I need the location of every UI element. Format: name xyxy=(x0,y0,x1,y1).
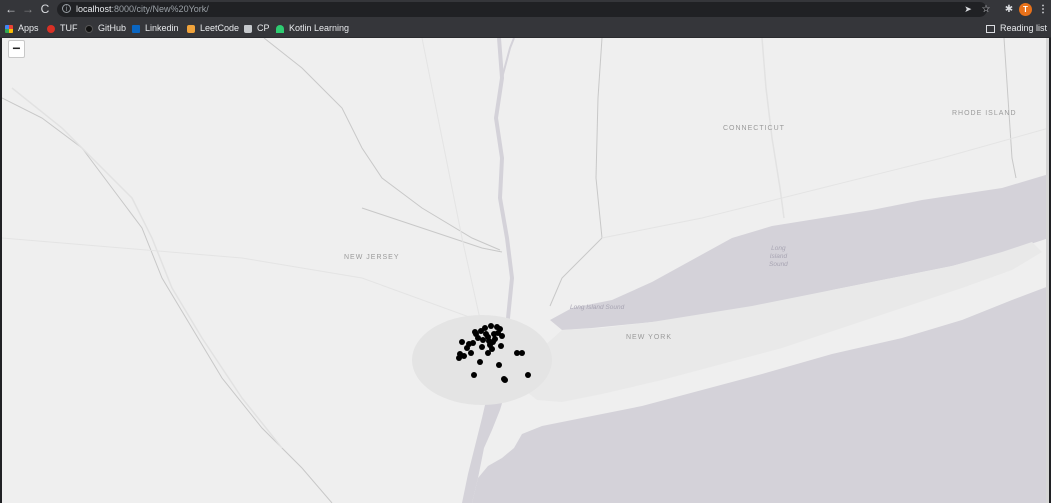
bookmark-label: CP xyxy=(257,23,270,33)
reading-list-label: Reading list xyxy=(999,23,1047,33)
border-nj-pa xyxy=(2,97,333,503)
location-marker[interactable] xyxy=(525,372,531,378)
bookmark-cp-folder[interactable]: CP xyxy=(244,19,270,38)
river-delaware xyxy=(11,87,283,449)
border-nj-ny-south xyxy=(361,207,503,253)
location-marker[interactable] xyxy=(483,331,489,337)
folder-icon xyxy=(244,24,252,33)
location-marker[interactable] xyxy=(499,333,505,339)
location-marker[interactable] xyxy=(496,362,502,368)
map-view[interactable]: − CONNECTICUT RHODE ISLAND NEW JERSEY NE… xyxy=(2,38,1049,503)
url-text[interactable]: localhost:8000/city/New%20York/ xyxy=(76,2,209,17)
reading-list-icon xyxy=(985,24,995,33)
location-marker[interactable] xyxy=(459,339,465,345)
location-marker[interactable] xyxy=(482,325,488,331)
bookmark-label: Kotlin Learning xyxy=(289,23,350,33)
leetcode-icon xyxy=(187,24,195,33)
bookmark-label: Apps xyxy=(18,23,39,33)
location-marker[interactable] xyxy=(492,336,498,342)
border-ny-ct xyxy=(549,38,603,307)
apps-grid-icon xyxy=(5,24,13,33)
location-marker[interactable] xyxy=(479,344,485,350)
location-marker[interactable] xyxy=(488,323,494,329)
arrow-right-icon: → xyxy=(22,2,34,16)
state-label-rhode-island: RHODE ISLAND xyxy=(952,110,1017,117)
tuf-icon xyxy=(47,24,55,33)
github-icon xyxy=(85,24,93,33)
arrow-left-icon: ← xyxy=(5,2,17,16)
zoom-out-button[interactable]: − xyxy=(8,40,25,58)
hudson-river xyxy=(493,38,515,349)
reading-list-button[interactable]: Reading list xyxy=(985,19,1047,38)
road-1 xyxy=(2,237,473,319)
state-label-new-york: NEW YORK xyxy=(626,334,672,341)
location-marker[interactable] xyxy=(468,350,474,356)
location-marker[interactable] xyxy=(477,359,483,365)
extensions-icon[interactable]: ✱ xyxy=(1002,0,1016,19)
location-marker[interactable] xyxy=(480,337,486,343)
profile-avatar[interactable]: T xyxy=(1019,3,1032,16)
star-icon[interactable]: ☆ xyxy=(979,0,993,19)
bookmark-apps[interactable]: Apps xyxy=(5,19,39,38)
address-bar[interactable]: i localhost:8000/city/New%20York/ xyxy=(57,2,987,17)
forward-button[interactable]: → xyxy=(20,0,36,19)
linkedin-icon xyxy=(132,24,140,33)
map-scrollbar-edge xyxy=(1046,38,1049,503)
location-marker[interactable] xyxy=(471,372,477,378)
browser-toolbar: ← → C i localhost:8000/city/New%20York/ … xyxy=(0,0,1051,19)
send-icon[interactable]: ➤ xyxy=(961,0,975,19)
bookmark-leetcode[interactable]: LeetCode xyxy=(187,19,239,38)
location-marker[interactable] xyxy=(486,338,492,344)
bookmark-github[interactable]: GitHub xyxy=(85,19,126,38)
bookmarks-bar: Apps TUF GitHub Linkedin LeetCode CP Kot… xyxy=(0,19,1051,38)
location-marker[interactable] xyxy=(498,343,504,349)
hudson-river-upper xyxy=(501,38,515,79)
location-marker[interactable] xyxy=(519,350,525,356)
url-host: localhost xyxy=(76,4,112,14)
road-2 xyxy=(421,38,483,329)
location-marker[interactable] xyxy=(489,346,495,352)
state-label-new-jersey: NEW JERSEY xyxy=(344,254,400,261)
reload-button[interactable]: C xyxy=(37,0,53,19)
location-marker[interactable] xyxy=(457,351,463,357)
location-marker[interactable] xyxy=(464,345,470,351)
back-button[interactable]: ← xyxy=(3,0,19,19)
bookmark-linkedin[interactable]: Linkedin xyxy=(132,19,179,38)
bookmark-tuf[interactable]: TUF xyxy=(47,19,78,38)
info-icon[interactable]: i xyxy=(62,4,71,13)
bookmark-label: Linkedin xyxy=(145,23,179,33)
state-label-connecticut: CONNECTICUT xyxy=(723,125,785,132)
location-marker[interactable] xyxy=(502,377,508,383)
kotlin-icon xyxy=(276,24,284,33)
bookmark-label: GitHub xyxy=(98,23,127,33)
bookmark-kotlin-learning[interactable]: Kotlin Learning xyxy=(276,19,349,38)
water-label-long-island-sound: Long Island Sound xyxy=(769,245,788,268)
location-marker[interactable] xyxy=(472,329,478,335)
water-label-long-island-sound-2: Long Island Sound xyxy=(570,304,625,311)
reload-icon: C xyxy=(40,2,50,16)
bookmark-label: LeetCode xyxy=(200,23,240,33)
kebab-menu-icon[interactable]: ⋮ xyxy=(1036,0,1050,19)
bookmark-label: TUF xyxy=(60,23,78,33)
url-path: :8000/city/New%20York/ xyxy=(111,4,209,14)
map-basemap xyxy=(2,38,1049,503)
border-ct-ri xyxy=(1003,38,1017,179)
border-ny-nj xyxy=(263,38,501,251)
